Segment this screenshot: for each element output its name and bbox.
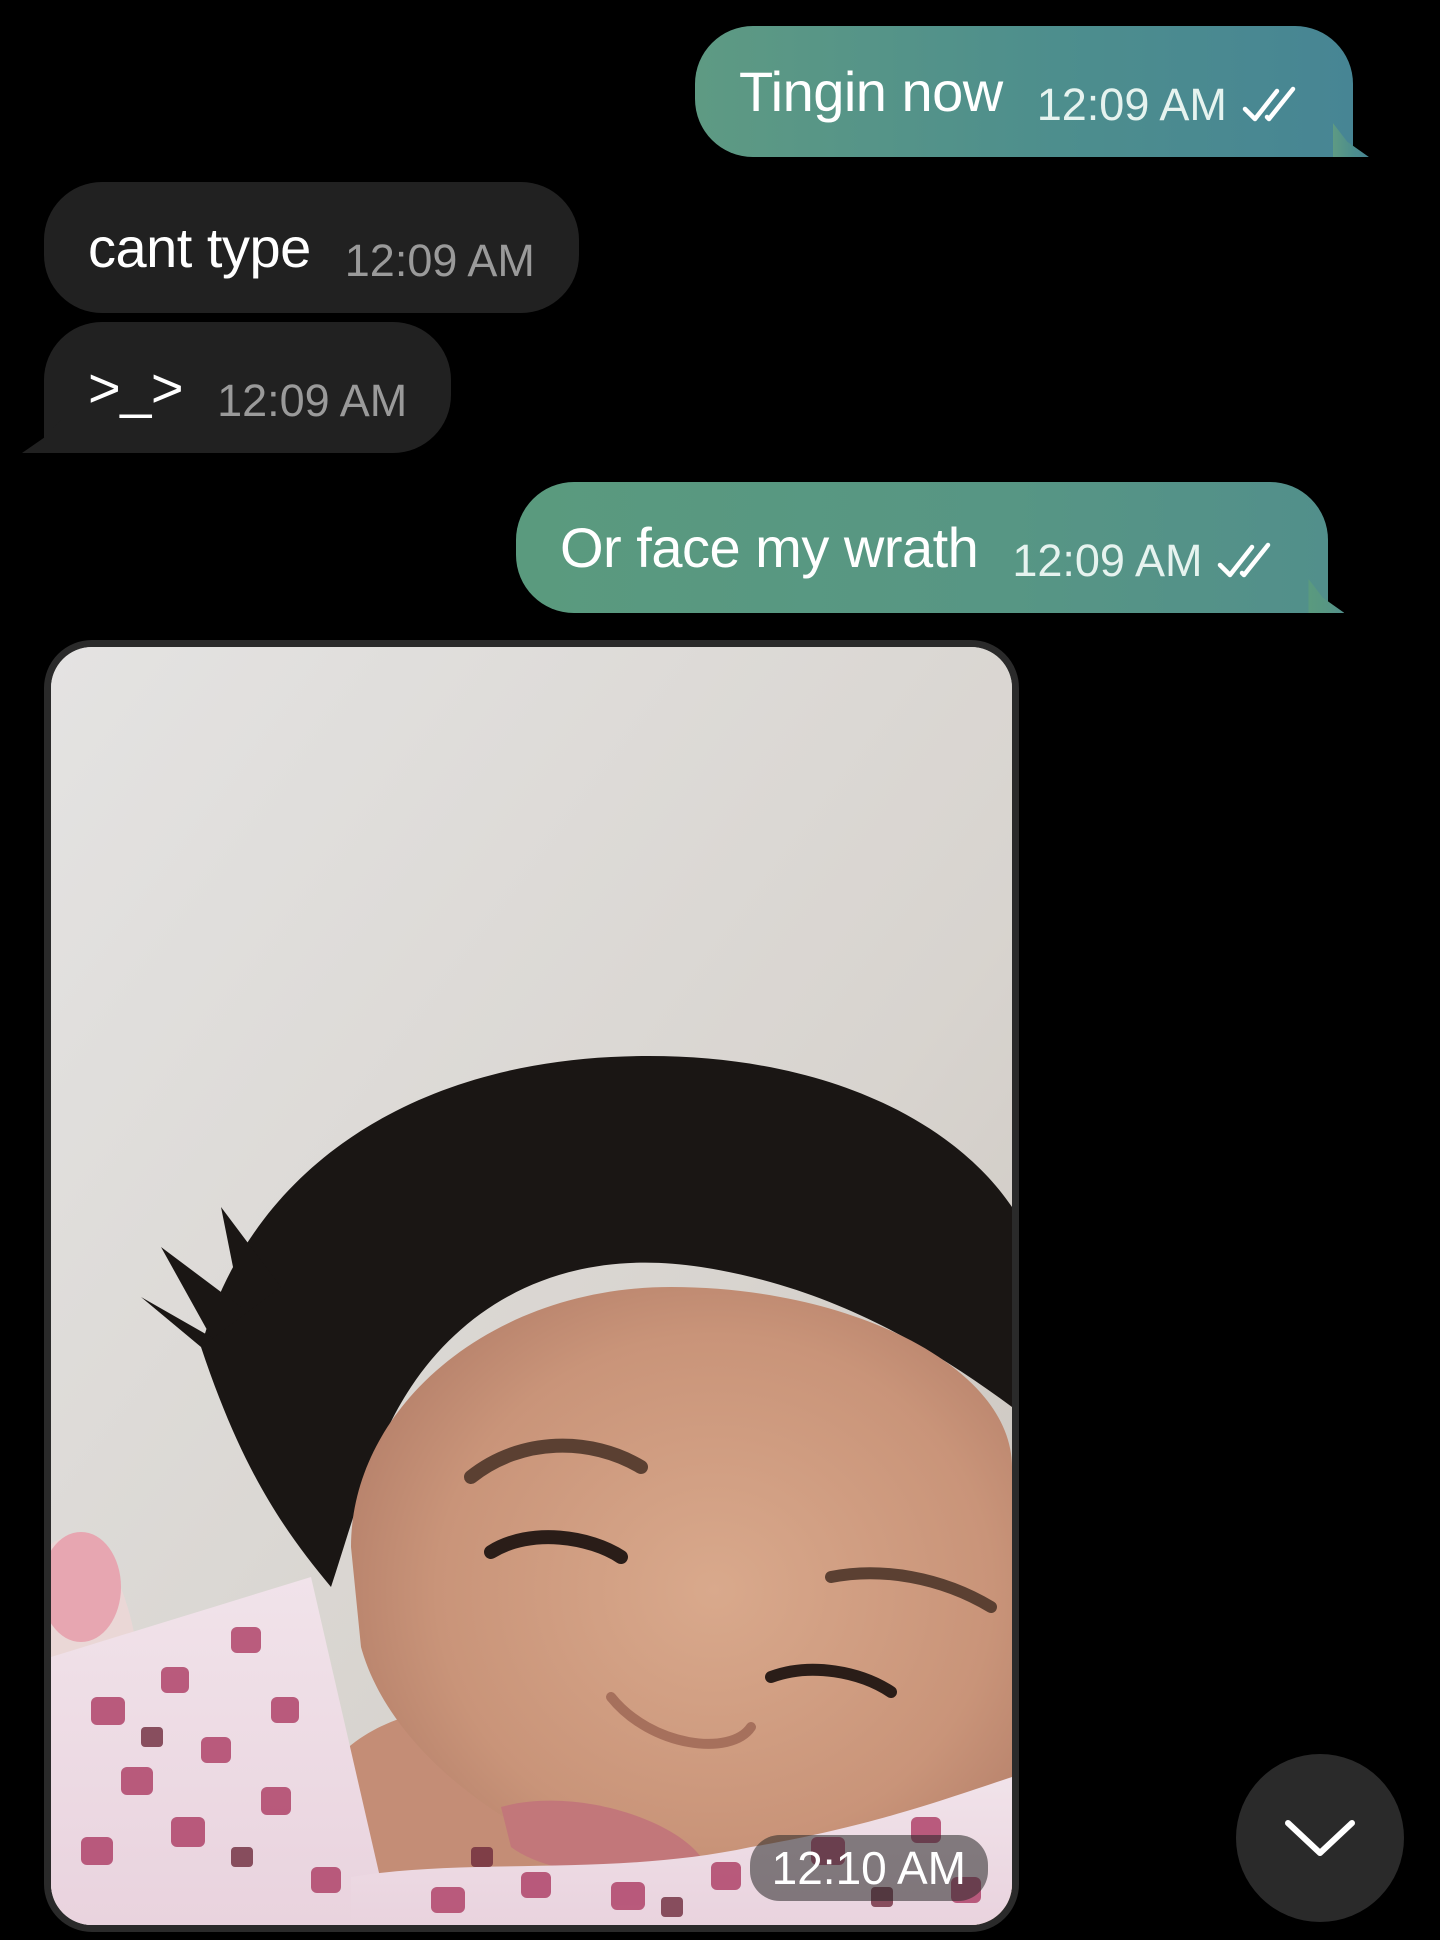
message-time: 12:09 AM [217,375,408,426]
message-meta: 12:09 AM [345,238,535,283]
message-time: 12:09 AM [344,235,535,286]
photo-selfie [51,647,1012,1925]
message-meta: 12:09 AM [217,378,407,423]
incoming-message-bubble[interactable]: cant type 12:09 AM [44,182,579,313]
message-text: Or face my wrath [560,515,979,579]
outgoing-message-bubble[interactable]: Or face my wrath 12:09 AM [516,482,1329,613]
message-text: cant type [88,215,311,279]
double-check-icon [1218,542,1271,577]
outgoing-message-bubble[interactable]: Tingin now 12:09 AM [695,26,1353,157]
chevron-down-icon [1285,1820,1355,1856]
message-text: Tingin now [739,59,1003,123]
photo-time: 12:10 AM [749,1835,988,1901]
message-time: 12:09 AM [1036,79,1227,130]
double-check-icon [1242,86,1296,121]
message-time: 12:09 AM [1012,535,1203,586]
incoming-message-bubble[interactable]: >_> 12:09 AM [44,322,452,453]
message-text: >_> [88,355,184,419]
incoming-photo-message[interactable]: 12:10 AM [44,640,1019,1932]
message-meta: 12:09 AM [1012,538,1280,583]
message-meta: 12:09 AM [1037,82,1305,127]
scroll-to-bottom-button[interactable] [1236,1754,1404,1922]
